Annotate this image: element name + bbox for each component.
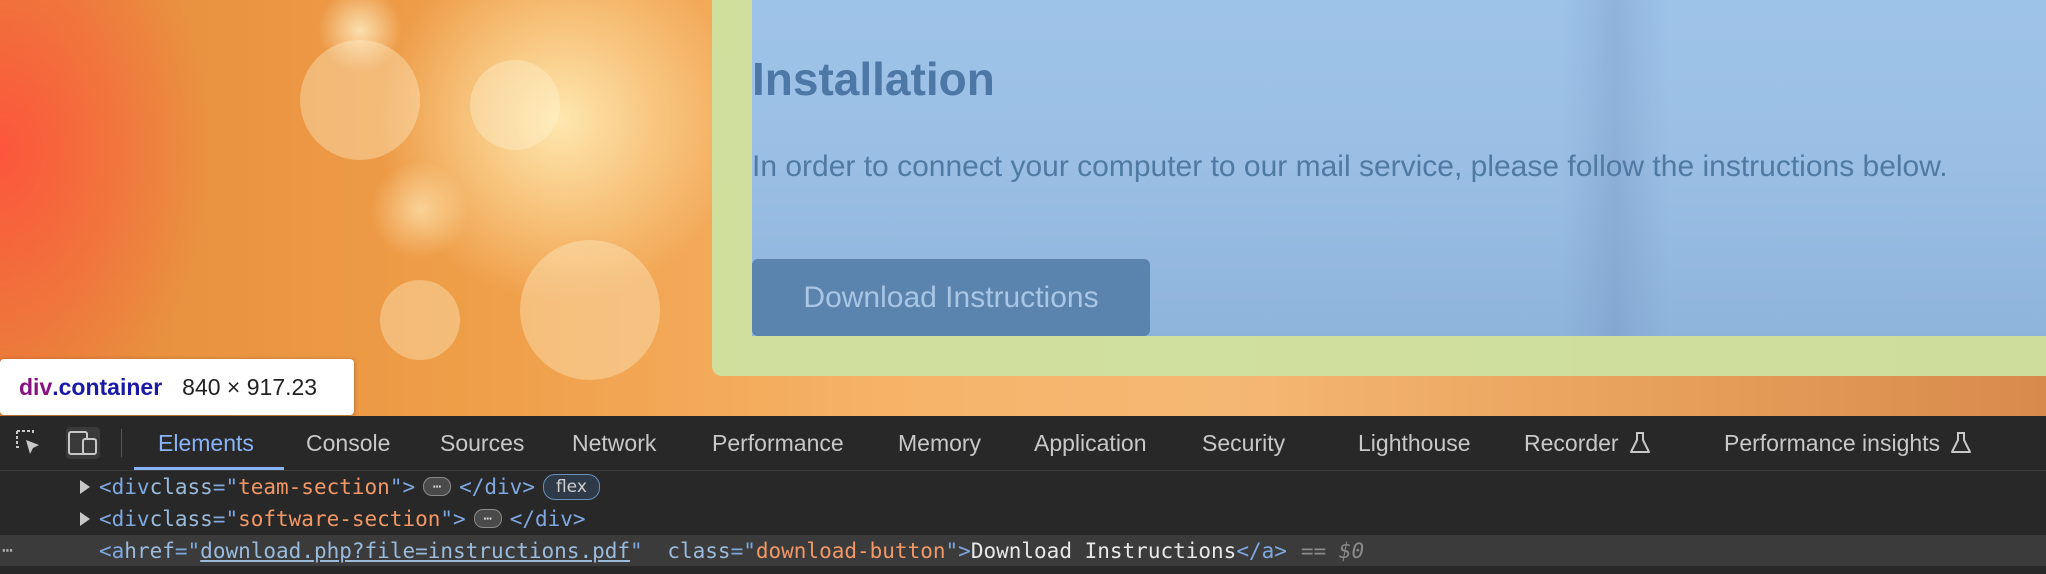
tab-performance-insights[interactable]: Performance insights (1724, 416, 1972, 470)
attr-value: software-section (238, 506, 441, 531)
selected-node-marker: == $0 (1300, 538, 1365, 563)
tag-open: <div (99, 506, 150, 531)
active-tab-indicator (134, 467, 284, 470)
download-instructions-button[interactable]: Download Instructions (752, 259, 1150, 336)
tab-sources[interactable]: Sources (440, 416, 524, 470)
tab-performance[interactable]: Performance (712, 416, 844, 470)
attr-name-class: class (667, 538, 731, 563)
tab-elements[interactable]: Elements (158, 416, 254, 470)
tab-lighthouse[interactable]: Lighthouse (1358, 416, 1471, 470)
collapsed-children-button[interactable]: ⋯ (423, 477, 452, 496)
tab-performance-insights-label: Performance insights (1724, 429, 1941, 456)
tab-application[interactable]: Application (1034, 416, 1147, 470)
attr-eq: =" (730, 538, 756, 563)
attr-name: class (149, 474, 213, 499)
page-viewport: Installation In order to connect your co… (0, 0, 2046, 416)
attr-quote: " (630, 538, 656, 563)
bokeh-light (300, 40, 420, 160)
dom-node-software-section[interactable]: <div class =" software-section "> ⋯ </div> (0, 503, 2046, 534)
tag-open: <a (99, 538, 125, 563)
node-text: Download Instructions (970, 538, 1237, 563)
tab-recorder-label: Recorder (1524, 429, 1619, 456)
tooltip-size: 840 × 917.23 (182, 373, 318, 400)
tag-close: </a> (1236, 538, 1287, 563)
tab-recorder[interactable]: Recorder (1524, 416, 1651, 470)
tooltip-class: .container (52, 373, 163, 400)
device-toolbar-icon[interactable] (66, 427, 100, 459)
attr-eq: =" (174, 538, 201, 563)
flask-icon (1629, 431, 1651, 455)
bokeh-light (470, 60, 560, 150)
bokeh-light (520, 240, 660, 380)
tab-security[interactable]: Security (1202, 416, 1285, 470)
tag-close: </div> (509, 506, 586, 531)
attr-value: team-section (238, 474, 390, 499)
dom-node-code: <a href =" download.php?file=instructions.… (99, 539, 1364, 563)
attr-eq: =" (212, 474, 239, 499)
attr-value: download-button (755, 538, 946, 563)
flex-badge[interactable]: flex (542, 473, 600, 500)
tag-open: <div (99, 474, 150, 499)
tooltip-tag: div (19, 373, 53, 400)
toolbar-divider (121, 429, 122, 457)
tab-network[interactable]: Network (572, 416, 656, 470)
href-link[interactable]: download.php?file=instructions.pdf (200, 539, 630, 563)
page-description: In order to connect your computer to our… (752, 150, 1948, 183)
expand-triangle-icon[interactable] (80, 479, 90, 494)
tag-close-bracket: "> (440, 506, 466, 531)
inspect-element-icon[interactable] (12, 427, 46, 459)
devtools-panel: Elements Console Sources Network Perform… (0, 416, 2046, 574)
dom-node-team-section[interactable]: <div class =" team-section "> ⋯ </div> flex (0, 471, 2046, 502)
collapsed-children-button[interactable]: ⋯ (473, 509, 502, 528)
tab-memory[interactable]: Memory (898, 416, 981, 470)
row-options-icon[interactable]: ⋯ (2, 540, 13, 561)
dom-node-download-link[interactable]: ⋯ <a href =" download.php?file=instruction… (0, 535, 2046, 566)
attr-name: class (149, 506, 213, 531)
tab-console[interactable]: Console (306, 416, 390, 470)
dom-node-code: <div class =" team-section "> ⋯ </div> flex (99, 473, 600, 500)
page-title: Installation (752, 53, 995, 105)
dom-node-code: <div class =" software-section "> ⋯ </div> (99, 507, 586, 531)
dom-tree: <div class =" team-section "> ⋯ </div> flex… (0, 471, 2046, 574)
tag-close: </div> (459, 474, 535, 499)
tag-close-bracket: "> (389, 474, 416, 499)
flask-icon (1950, 431, 1972, 455)
attr-name-href: href (124, 538, 175, 563)
attr-eq: =" (212, 506, 239, 531)
element-inspect-tooltip: div .container 840 × 917.23 (0, 359, 354, 415)
bokeh-light (380, 280, 460, 360)
expand-triangle-icon[interactable] (80, 511, 90, 526)
tag-close-bracket: "> (945, 538, 971, 563)
devtools-toolbar: Elements Console Sources Network Perform… (0, 416, 2046, 471)
